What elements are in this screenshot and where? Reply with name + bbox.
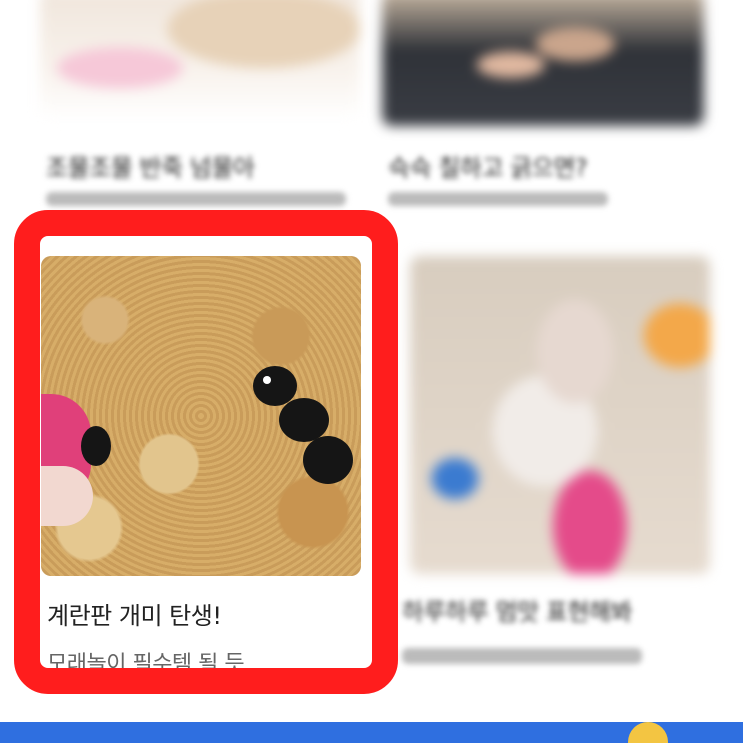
card-thumbnail[interactable] (40, 0, 360, 120)
card-subtitle-blurred (388, 192, 608, 206)
card-title: 하루하루 멈맛 표현해봐 (402, 598, 633, 626)
card-thumbnail[interactable] (382, 0, 704, 126)
card-subtitle-blurred (46, 192, 346, 206)
card-title: 조물조물 반죽 넘물아 (46, 154, 255, 182)
card-thumbnail[interactable] (410, 256, 710, 574)
highlight-frame (14, 210, 398, 694)
card-subtitle-blurred (402, 648, 642, 664)
card-title: 슥슥 칠하고 긁으면? (388, 154, 588, 182)
